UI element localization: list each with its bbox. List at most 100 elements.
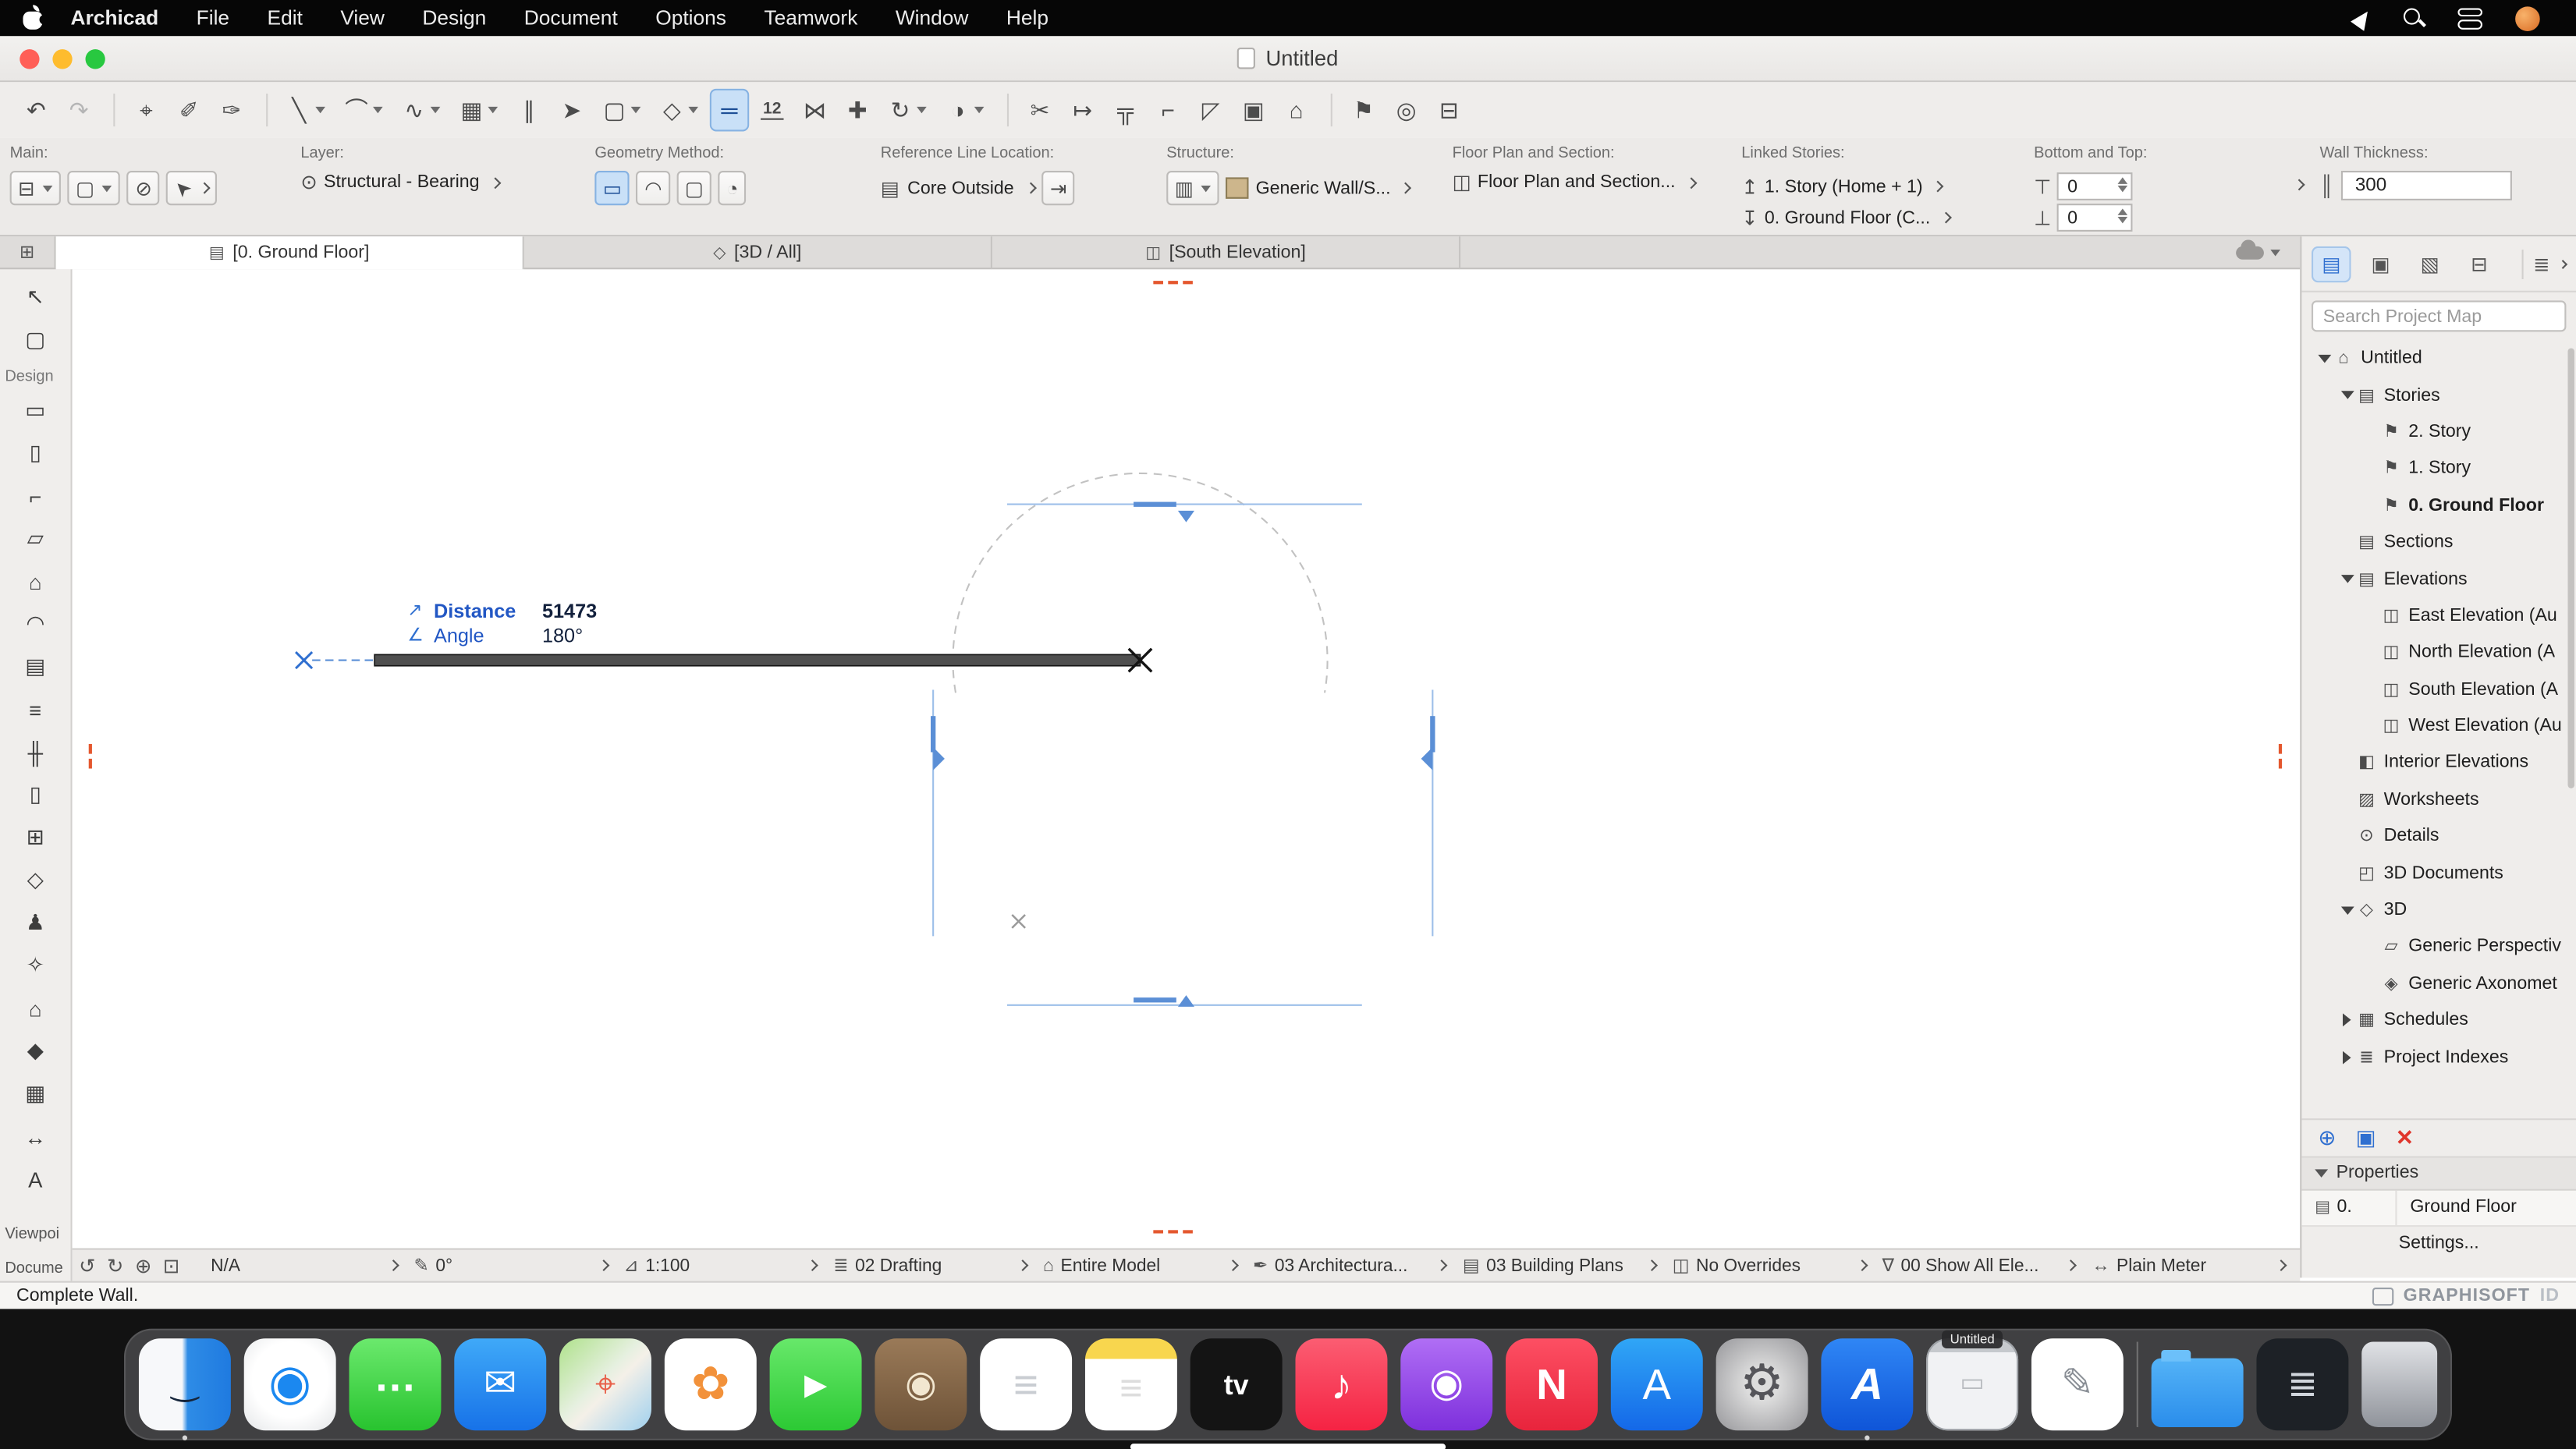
undo-icon[interactable]: ↶ — [16, 89, 56, 132]
minimized-untitled-window[interactable]: Untitled ▭ — [1926, 1330, 2019, 1431]
publisher-icon[interactable]: ⊟ — [2460, 246, 2500, 282]
tree-row[interactable]: ⚑ 2. Story — [2301, 413, 2576, 450]
no-parameter-chip[interactable]: ⊘ — [127, 171, 161, 206]
archicad-dock-icon[interactable]: A — [1821, 1338, 1914, 1431]
skylight-tool[interactable]: ◇ — [0, 859, 71, 902]
top-link-row[interactable]: ↥ 1. Story (Home + 1) — [1741, 171, 1950, 202]
zoom-window-button[interactable] — [85, 49, 105, 69]
tree-row[interactable]: ◈ Generic Axonomet — [2301, 965, 2576, 1002]
view-map-icon[interactable]: ▣ — [2361, 246, 2400, 282]
straight-wall-chip[interactable]: ▭ — [594, 171, 630, 206]
drag-icon[interactable]: ✚ — [838, 89, 878, 132]
textedit-dock-icon[interactable]: ✎ — [2031, 1338, 2124, 1431]
mail-dock-icon[interactable]: ✉ — [454, 1338, 547, 1431]
curtain-wall-tool[interactable]: ▤ — [0, 646, 71, 689]
slab-tool[interactable]: ▱ — [0, 517, 71, 560]
inject-parameters-icon[interactable]: ✑ — [212, 89, 252, 132]
cloud-sync-icon[interactable] — [2236, 239, 2264, 259]
tree-row[interactable]: ◫ West Elevation (Au — [2301, 707, 2576, 744]
document-stack-dock-icon[interactable]: ≣ — [2256, 1338, 2349, 1431]
stair-tool[interactable]: ≡ — [0, 688, 71, 731]
viewpoint-settings-button[interactable]: ▣ — [2356, 1125, 2376, 1151]
tree-row[interactable]: ◫ East Elevation (Au — [2301, 597, 2576, 634]
tree-row[interactable]: ▤ Sections — [2301, 524, 2576, 561]
offset-stepper[interactable]: 0 — [2057, 204, 2134, 232]
fit-in-window-icon[interactable]: ⊡ — [163, 1254, 179, 1277]
grid-snap-combo[interactable]: ▦ — [452, 89, 506, 132]
line-tool-combo[interactable]: ╲ — [279, 89, 333, 132]
dimension-tool[interactable]: ↔ — [0, 1115, 71, 1158]
menu-item[interactable]: View — [340, 6, 385, 29]
zoom-forward-icon[interactable]: ↻ — [107, 1254, 123, 1277]
tree-row[interactable]: ⊙ Details — [2301, 818, 2576, 855]
control-center-icon[interactable] — [2457, 7, 2483, 29]
structure-type-chip[interactable]: ▥ — [1166, 171, 1220, 206]
elevation-marker-icon[interactable]: ⌂ — [1276, 89, 1316, 132]
tree-chevron-icon[interactable] — [2338, 1014, 2356, 1027]
beam-tool[interactable]: ⌐ — [0, 475, 71, 518]
text-tool[interactable]: A — [0, 1158, 71, 1201]
photos-dock-icon[interactable]: ✿ — [664, 1338, 757, 1431]
tree-row[interactable]: ⚑ 1. Story — [2301, 450, 2576, 487]
tree-chevron-icon[interactable] — [2338, 391, 2356, 399]
menu-item[interactable]: Edit — [268, 6, 303, 29]
messages-dock-icon[interactable]: … — [349, 1338, 442, 1431]
trim-icon[interactable]: ✂ — [1020, 89, 1060, 132]
toolbar-separator[interactable] — [266, 94, 268, 127]
wall-tool-icon[interactable]: ═ — [709, 88, 750, 132]
toolbar-separator[interactable] — [113, 94, 115, 127]
tab-overview-button[interactable]: ⊞ — [0, 236, 56, 268]
orientation-combo[interactable]: ✎ 0° — [406, 1255, 616, 1276]
group-lock-combo[interactable]: ◇ — [652, 89, 706, 132]
tree-row[interactable]: ▦ Schedules — [2301, 1002, 2576, 1039]
organizer-menu-button[interactable]: ≣ — [2533, 252, 2568, 275]
redo-icon[interactable]: ↷ — [59, 89, 99, 132]
presenter-pointer-icon[interactable] — [2351, 5, 2375, 30]
user-avatar[interactable] — [2515, 5, 2540, 30]
app-menu[interactable]: Archicad — [71, 6, 159, 29]
bottom-link-row[interactable]: ↧ 0. Ground Floor (C... — [1741, 202, 1952, 233]
adjust-icon[interactable]: ↦ — [1063, 89, 1103, 132]
reminders-dock-icon[interactable]: ≡ — [980, 1338, 1073, 1431]
spotlight-search-icon[interactable] — [2403, 7, 2425, 28]
close-window-button[interactable] — [20, 49, 40, 69]
chained-wall-chip[interactable]: ▢ — [676, 171, 712, 206]
trash-dock-icon[interactable] — [2361, 1341, 2438, 1428]
tree-row[interactable]: ▱ Generic Perspectiv — [2301, 928, 2576, 965]
zone-tool[interactable]: ⌂ — [0, 987, 71, 1030]
pen-set-combo[interactable]: ✒ 03 Architectura... — [1244, 1255, 1454, 1276]
facetime-dock-icon[interactable]: ▶ — [769, 1338, 862, 1431]
object-tool[interactable]: ♟ — [0, 902, 71, 944]
structure-combo[interactable]: ▥ Generic Wall/S... — [1166, 171, 1413, 206]
tree-chevron-icon[interactable] — [2338, 575, 2356, 583]
tab-south-elevation[interactable]: ◫ [South Elevation] — [992, 236, 1461, 270]
column-tool[interactable]: ▯ — [0, 432, 71, 475]
safari-dock-icon[interactable]: ◉ — [243, 1338, 336, 1431]
intersect-icon[interactable]: ╦ — [1105, 89, 1145, 132]
stretch-icon[interactable]: ⋈ — [795, 89, 835, 132]
layer-combo[interactable]: ⊙ Structural - Bearing — [300, 171, 502, 193]
tree-row[interactable]: ▨ Worksheets — [2301, 781, 2576, 818]
dock-divider[interactable] — [2136, 1341, 2138, 1428]
renovation-filter-combo[interactable]: ∇ 00 Show All Ele... — [1874, 1255, 2084, 1276]
resize-icon[interactable]: ◸ — [1191, 89, 1231, 132]
arc-tool-combo[interactable]: ⌒ — [337, 89, 391, 132]
minimize-window-button[interactable] — [52, 49, 73, 69]
properties-header[interactable]: Properties — [2301, 1157, 2576, 1191]
multiply-icon[interactable]: ▣ — [1234, 89, 1274, 132]
navigator-scrollbar[interactable] — [2567, 348, 2574, 788]
tree-row[interactable]: ▤ Elevations — [2301, 561, 2576, 597]
pick-up-parameters-icon[interactable]: ✐ — [169, 89, 209, 132]
tree-row[interactable]: ◫ South Elevation (A — [2301, 671, 2576, 707]
tree-row[interactable]: ◧ Interior Elevations — [2301, 745, 2576, 781]
tree-chevron-icon[interactable] — [2338, 906, 2356, 915]
graphic-override-combo[interactable]: ◫ No Overrides — [1664, 1255, 1874, 1276]
tab-3d-all[interactable]: ◇ [3D / All] — [524, 236, 992, 270]
layout-book-icon[interactable]: ▧ — [2410, 246, 2450, 282]
tab-ground-floor[interactable]: ▤ [0. Ground Floor] — [55, 236, 524, 270]
tree-chevron-icon[interactable] — [2315, 354, 2333, 363]
settings-link[interactable]: Settings... — [2301, 1227, 2576, 1259]
marker-icon[interactable]: ⚑ — [1344, 89, 1384, 132]
curved-wall-chip[interactable]: ◠ — [636, 171, 670, 206]
window-tool[interactable]: ⊞ — [0, 817, 71, 859]
